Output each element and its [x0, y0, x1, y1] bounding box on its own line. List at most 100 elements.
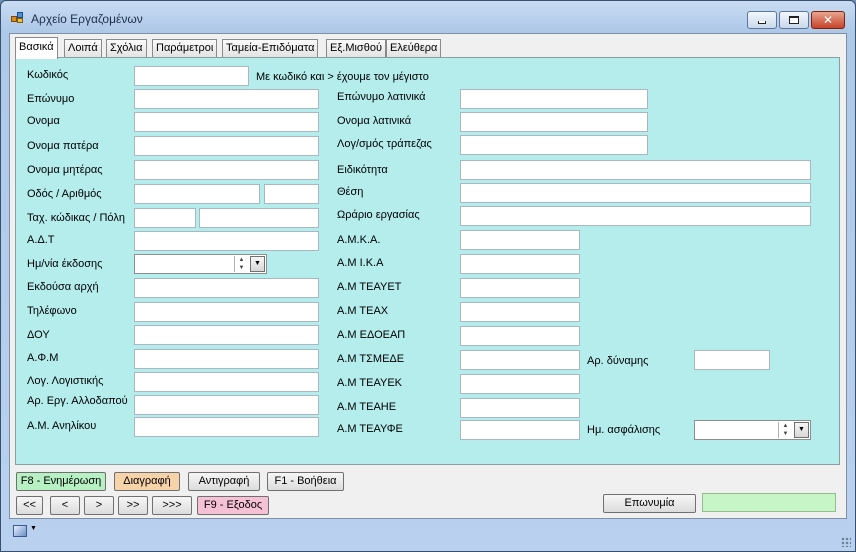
- label-postal: Ταχ. κώδικας / Πόλη: [27, 212, 125, 224]
- foreign-worker-input[interactable]: [134, 395, 319, 415]
- label-surname: Επώνυμο: [27, 93, 75, 105]
- label-foreign: Αρ. Εργ. Αλλοδαπού: [27, 395, 128, 407]
- label-teayfe: Α.Μ ΤΕΑΥΦΕ: [337, 423, 403, 435]
- last-record-button[interactable]: >>>: [152, 496, 192, 515]
- delete-button[interactable]: Διαγραφή: [114, 472, 180, 491]
- teayek-input[interactable]: [460, 374, 580, 394]
- title-bar[interactable]: Αρχείο Εργαζομένων ✕: [1, 1, 855, 33]
- copy-button[interactable]: Αντιγραφή: [188, 472, 260, 491]
- label-minor: Α.Μ. Ανηλίκου: [27, 420, 97, 432]
- teax-input[interactable]: [460, 302, 580, 322]
- maximize-button[interactable]: [779, 11, 809, 29]
- street-number-input[interactable]: [264, 184, 319, 204]
- insurance-date-picker[interactable]: ▲ ▼ ▼: [694, 420, 811, 440]
- position-input[interactable]: [460, 183, 811, 203]
- tsmede-input[interactable]: [460, 350, 580, 370]
- label-code: Κωδικός: [27, 69, 69, 81]
- maximize-icon: [789, 16, 799, 24]
- label-ika: Α.Μ Ι.Κ.Α: [337, 257, 384, 269]
- issue-date-picker[interactable]: ▲ ▼ ▼: [134, 254, 267, 274]
- surname-latin-input[interactable]: [460, 89, 648, 109]
- name-latin-input[interactable]: [460, 112, 648, 132]
- chevron-down-icon[interactable]: ▼: [250, 256, 265, 272]
- city-input[interactable]: [199, 208, 319, 228]
- code-input[interactable]: [134, 66, 249, 86]
- tab-parameters[interactable]: Παράμετροι: [152, 39, 218, 57]
- postal-code-input[interactable]: [134, 208, 196, 228]
- work-hours-input[interactable]: [460, 206, 811, 226]
- status-bar: ▼: [1, 519, 855, 551]
- label-edoeap: Α.Μ ΕΔΟΕΑΠ: [337, 329, 406, 341]
- label-position: Θέση: [337, 186, 364, 198]
- label-authority: Εκδούσα αρχή: [27, 281, 99, 293]
- label-doy: ΔΟΥ: [27, 329, 50, 341]
- tab-funds[interactable]: Ταμεία-Επιδόματα: [222, 39, 319, 57]
- amka-input[interactable]: [460, 230, 580, 250]
- tab-basic[interactable]: Βασικά: [15, 37, 58, 59]
- force-number-input[interactable]: [694, 350, 770, 370]
- label-name: Ονομα: [27, 115, 60, 127]
- account-input[interactable]: [134, 372, 319, 392]
- afm-input[interactable]: [134, 349, 319, 369]
- insurance-date-spinner[interactable]: ▲ ▼: [778, 422, 792, 438]
- help-button[interactable]: F1 - Βοήθεια: [267, 472, 344, 491]
- bank-account-input[interactable]: [460, 135, 648, 155]
- update-button[interactable]: F8 - Ενημέρωση: [16, 472, 106, 491]
- label-name-latin: Ονομα λατινικά: [337, 115, 412, 127]
- tab-other[interactable]: Λοιπά: [64, 39, 102, 57]
- next-page-button[interactable]: >>: [118, 496, 148, 515]
- issue-date-spinner[interactable]: ▲ ▼: [234, 256, 248, 272]
- tab-salary[interactable]: Εξ.Μισθού: [326, 39, 386, 57]
- edoeap-input[interactable]: [460, 326, 580, 346]
- mother-name-input[interactable]: [134, 160, 319, 180]
- father-name-input[interactable]: [134, 136, 319, 156]
- label-account: Λογ. Λογιστικής: [27, 375, 104, 387]
- label-insurance-date: Ημ. ασφάλισης: [587, 424, 661, 436]
- label-surname-latin: Επώνυμο λατινικά: [337, 91, 426, 103]
- teahe-input[interactable]: [460, 398, 580, 418]
- chevron-down-icon[interactable]: ▼: [794, 422, 809, 438]
- surname-search-field[interactable]: [702, 493, 836, 512]
- next-record-button[interactable]: >: [84, 496, 114, 515]
- teayet-input[interactable]: [460, 278, 580, 298]
- first-record-button[interactable]: <<: [16, 496, 43, 515]
- code-hint: Με κωδικό και > έχουμε τον μέγιστο: [256, 71, 429, 83]
- window-title: Αρχείο Εργαζομένων: [31, 12, 143, 26]
- label-bank: Λογ/σμός τράπεζας: [337, 138, 432, 150]
- issuing-authority-input[interactable]: [134, 278, 319, 298]
- label-mother: Ονομα μητέρας: [27, 164, 103, 176]
- adt-input[interactable]: [134, 231, 319, 251]
- label-issue-date: Ημ/νία έκδοσης: [27, 258, 103, 270]
- minimize-button[interactable]: [747, 11, 777, 29]
- surname-search-button[interactable]: Επωνυμία: [603, 494, 696, 513]
- specialty-input[interactable]: [460, 160, 811, 180]
- tab-comments[interactable]: Σχόλια: [106, 39, 147, 57]
- dropdown-arrow-icon[interactable]: ▼: [30, 525, 37, 532]
- app-grid-icon[interactable]: [11, 12, 25, 24]
- tab-free[interactable]: Ελεύθερα: [386, 39, 442, 57]
- name-input[interactable]: [134, 112, 319, 132]
- label-phone: Τηλέφωνο: [27, 305, 77, 317]
- minimize-icon: [758, 20, 766, 24]
- surname-input[interactable]: [134, 89, 319, 109]
- label-teahe: Α.Μ ΤΕΑΗΕ: [337, 401, 397, 413]
- client-area: Βασικά Λοιπά Σχόλια Παράμετροι Ταμεία-Επ…: [9, 33, 847, 519]
- prev-record-button[interactable]: <: [50, 496, 80, 515]
- close-button[interactable]: ✕: [811, 11, 845, 29]
- street-input[interactable]: [134, 184, 260, 204]
- resize-grip-icon[interactable]: [841, 537, 851, 547]
- close-icon: ✕: [822, 13, 834, 27]
- doy-input[interactable]: [134, 325, 319, 345]
- label-afm: Α.Φ.Μ: [27, 352, 59, 364]
- form-icon[interactable]: [13, 525, 27, 537]
- label-teayek: Α.Μ ΤΕΑΥΕΚ: [337, 377, 403, 389]
- phone-input[interactable]: [134, 302, 319, 322]
- minor-id-input[interactable]: [134, 417, 319, 437]
- teayfe-input[interactable]: [460, 420, 580, 440]
- label-specialty: Ειδικότητα: [337, 164, 388, 176]
- employee-file-window: Αρχείο Εργαζομένων ✕ Βασικά Λοιπά Σχόλια…: [0, 0, 856, 552]
- label-hours: Ωράριο εργασίας: [337, 209, 420, 221]
- exit-button[interactable]: F9 - Εξοδος: [197, 496, 269, 515]
- label-father: Ονομα πατέρα: [27, 140, 99, 152]
- ika-input[interactable]: [460, 254, 580, 274]
